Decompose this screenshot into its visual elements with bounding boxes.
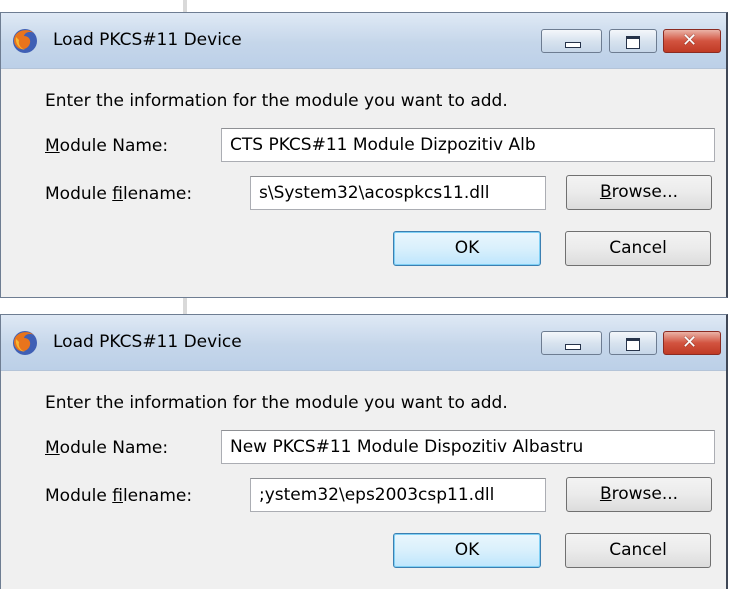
minimize-icon — [565, 42, 581, 48]
firefox-icon — [13, 29, 37, 53]
browse-button[interactable]: Browse... — [566, 477, 712, 512]
title-bar[interactable]: Load PKCS#11 Device ✕ — [1, 13, 726, 69]
cancel-button[interactable]: Cancel — [565, 533, 711, 568]
module-name-input[interactable]: New PKCS#11 Module Dispozitiv Albastru — [221, 430, 715, 464]
module-name-input[interactable]: CTS PKCS#11 Module Dizpozitiv Alb — [221, 128, 715, 162]
ok-button[interactable]: OK — [393, 533, 541, 568]
browse-button[interactable]: Browse... — [566, 175, 712, 210]
maximize-icon — [626, 338, 640, 351]
maximize-button[interactable] — [609, 331, 657, 355]
background-divider-top — [183, 0, 187, 12]
module-filename-input[interactable]: s\System32\acospkcs11.dll — [250, 176, 546, 210]
cancel-button[interactable]: Cancel — [565, 231, 711, 266]
load-device-dialog-1: Load PKCS#11 Device ✕ Enter the informat… — [0, 12, 728, 298]
minimize-button[interactable] — [541, 331, 602, 355]
module-filename-label: Module filename: — [45, 486, 193, 506]
maximize-button[interactable] — [609, 29, 657, 53]
firefox-icon — [13, 331, 37, 355]
ok-button[interactable]: OK — [393, 231, 541, 266]
dialog-title: Load PKCS#11 Device — [53, 30, 242, 50]
instruction-text: Enter the information for the module you… — [45, 393, 508, 413]
close-button[interactable]: ✕ — [663, 331, 721, 355]
instruction-text: Enter the information for the module you… — [45, 91, 508, 111]
load-device-dialog-2: Load PKCS#11 Device ✕ Enter the informat… — [0, 314, 728, 589]
dialog-title: Load PKCS#11 Device — [53, 332, 242, 352]
maximize-icon — [626, 36, 640, 49]
module-name-label: Module Name: — [45, 136, 169, 156]
close-button[interactable]: ✕ — [663, 29, 721, 53]
title-bar[interactable]: Load PKCS#11 Device ✕ — [1, 315, 726, 371]
module-name-label: Module Name: — [45, 438, 169, 458]
background-divider-middle — [183, 298, 187, 314]
minimize-button[interactable] — [541, 29, 602, 53]
close-icon: ✕ — [682, 332, 698, 353]
minimize-icon — [565, 344, 581, 350]
module-filename-input[interactable]: ;ystem32\eps2003csp11.dll — [250, 478, 546, 512]
close-icon: ✕ — [682, 30, 698, 51]
module-filename-label: Module filename: — [45, 184, 193, 204]
